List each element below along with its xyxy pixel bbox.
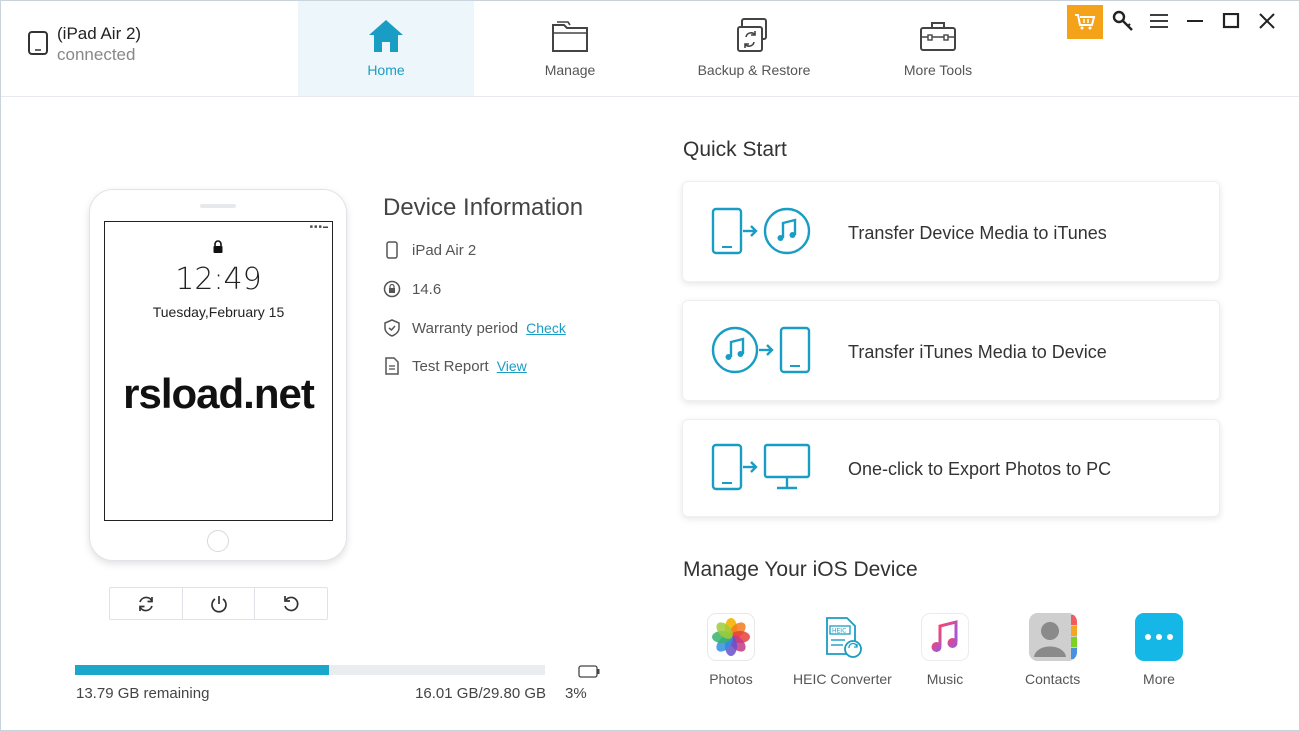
quick-start-title: Quick Start bbox=[683, 138, 787, 161]
home-button bbox=[207, 530, 229, 552]
tab-manage[interactable]: Manage bbox=[482, 1, 658, 96]
quick-start-export-photos[interactable]: One-click to Export Photos to PC bbox=[682, 419, 1220, 517]
main-nav: Home Manage Backup & Restore More Tools bbox=[298, 1, 1034, 96]
quick-start-device-to-itunes[interactable]: Transfer Device Media to iTunes bbox=[682, 181, 1220, 282]
minimize-icon bbox=[1187, 20, 1203, 22]
device-info-title: Device Information bbox=[383, 194, 584, 221]
lockscreen-time: 12:49 bbox=[175, 262, 262, 297]
more-icon bbox=[1135, 613, 1183, 661]
restart-icon bbox=[284, 595, 299, 611]
top-bar: (iPad Air 2) connected Home Manage Backu… bbox=[1, 1, 1299, 97]
quick-start-label: Transfer Device Media to iTunes bbox=[848, 223, 1107, 243]
quick-start-label: One-click to Export Photos to PC bbox=[848, 459, 1112, 479]
photos-icon bbox=[707, 613, 755, 661]
watermark-text: rsload.net bbox=[123, 370, 315, 417]
document-icon bbox=[385, 357, 399, 375]
close-icon bbox=[1259, 13, 1275, 29]
folder-icon bbox=[552, 21, 588, 52]
warranty-check-link[interactable]: Check bbox=[526, 320, 566, 336]
test-report-view-link[interactable]: View bbox=[497, 358, 527, 374]
warranty-label: Warranty period bbox=[412, 319, 519, 337]
music-icon bbox=[921, 613, 969, 661]
device-speaker bbox=[200, 204, 236, 208]
heic-converter-icon: HEIC bbox=[818, 613, 866, 661]
quick-start-label: Transfer iTunes Media to Device bbox=[848, 342, 1107, 362]
manage-item-label: HEIC Converter bbox=[793, 671, 892, 687]
close-button[interactable] bbox=[1249, 5, 1285, 37]
restart-button[interactable] bbox=[255, 588, 327, 619]
status-bar-icons: ■ ■ ■ ▬ bbox=[309, 224, 328, 230]
refresh-button[interactable] bbox=[110, 588, 183, 619]
device-to-itunes-icon bbox=[711, 207, 811, 254]
quick-start-itunes-to-device[interactable]: Transfer iTunes Media to Device bbox=[682, 300, 1220, 401]
device-preview: ■ ■ ■ ▬ 12:49 Tuesday,February 15 rsload… bbox=[89, 189, 347, 561]
cart-icon bbox=[1075, 14, 1096, 30]
battery-icon bbox=[578, 665, 600, 678]
menu-icon bbox=[1150, 14, 1168, 28]
minimize-button[interactable] bbox=[1177, 5, 1213, 37]
manage-item-label: Contacts bbox=[1025, 671, 1081, 687]
export-photos-graphic bbox=[711, 420, 821, 516]
storage-used: 16.01 GB/29.80 GB bbox=[415, 685, 546, 702]
home-icon bbox=[369, 20, 403, 52]
tab-more-tools[interactable]: More Tools bbox=[850, 1, 1026, 96]
maximize-icon bbox=[1222, 13, 1240, 29]
tab-home-label: Home bbox=[367, 62, 405, 78]
manage-item-label: Photos bbox=[709, 671, 753, 687]
manage-item-label: More bbox=[1143, 671, 1175, 687]
app-window: (iPad Air 2) connected Home Manage Backu… bbox=[0, 0, 1300, 731]
maximize-button[interactable] bbox=[1213, 5, 1249, 37]
ios-version: 14.6 bbox=[412, 280, 442, 298]
device-to-itunes-graphic bbox=[711, 182, 821, 281]
key-icon bbox=[1112, 10, 1133, 31]
tablet-icon bbox=[28, 31, 48, 55]
device-model: iPad Air 2 bbox=[412, 241, 477, 259]
manage-music[interactable]: Music bbox=[921, 613, 969, 687]
manage-title: Manage Your iOS Device bbox=[683, 558, 918, 581]
power-icon bbox=[210, 595, 227, 613]
warranty-row: Warranty period Check bbox=[383, 319, 566, 337]
tab-home[interactable]: Home bbox=[298, 1, 474, 96]
menu-button[interactable] bbox=[1141, 5, 1177, 37]
device-name: (iPad Air 2) bbox=[57, 24, 142, 43]
tab-manage-label: Manage bbox=[544, 62, 596, 78]
refresh-icon bbox=[138, 596, 153, 611]
device-screen: ■ ■ ■ ▬ 12:49 Tuesday,February 15 rsload… bbox=[104, 221, 333, 521]
lock-icon bbox=[213, 240, 223, 253]
toolbox-icon bbox=[920, 22, 956, 51]
tab-more-tools-label: More Tools bbox=[903, 62, 973, 78]
device-model-row: iPad Air 2 bbox=[383, 241, 476, 259]
storage-remaining: 13.79 GB remaining bbox=[76, 685, 210, 702]
test-report-row: Test Report View bbox=[383, 357, 527, 375]
device-status: connected bbox=[57, 45, 136, 64]
device-badge[interactable]: (iPad Air 2) connected bbox=[27, 23, 141, 65]
storage-bar bbox=[75, 665, 545, 675]
battery-percent: 3% bbox=[565, 685, 587, 702]
ios-icon bbox=[383, 280, 401, 298]
tablet-icon bbox=[386, 241, 398, 259]
manage-more[interactable]: More bbox=[1135, 613, 1183, 687]
manage-heic-converter[interactable]: HEIC HEIC Converter bbox=[793, 613, 892, 687]
ios-version-row: 14.6 bbox=[383, 280, 441, 298]
power-button[interactable] bbox=[183, 588, 256, 619]
manage-contacts[interactable]: Contacts bbox=[1025, 613, 1080, 687]
cart-button[interactable] bbox=[1067, 5, 1103, 39]
manage-item-label: Music bbox=[926, 671, 964, 687]
register-button[interactable] bbox=[1105, 5, 1141, 37]
lockscreen-date: Tuesday,February 15 bbox=[152, 304, 285, 320]
storage-bar-fill bbox=[75, 665, 329, 675]
device-to-pc-icon bbox=[711, 443, 811, 491]
device-actions bbox=[109, 587, 328, 620]
window-controls bbox=[1067, 5, 1285, 39]
contacts-icon bbox=[1028, 613, 1077, 661]
tab-backup-restore[interactable]: Backup & Restore bbox=[666, 1, 842, 96]
tab-backup-restore-label: Backup & Restore bbox=[697, 62, 811, 78]
itunes-to-device-graphic bbox=[711, 301, 821, 400]
manage-photos[interactable]: Photos bbox=[707, 613, 755, 687]
test-report-label: Test Report bbox=[412, 357, 489, 375]
svg-text:HEIC: HEIC bbox=[832, 628, 846, 635]
backup-restore-icon bbox=[737, 18, 767, 52]
shield-icon bbox=[384, 319, 400, 337]
itunes-to-device-icon bbox=[711, 326, 811, 373]
